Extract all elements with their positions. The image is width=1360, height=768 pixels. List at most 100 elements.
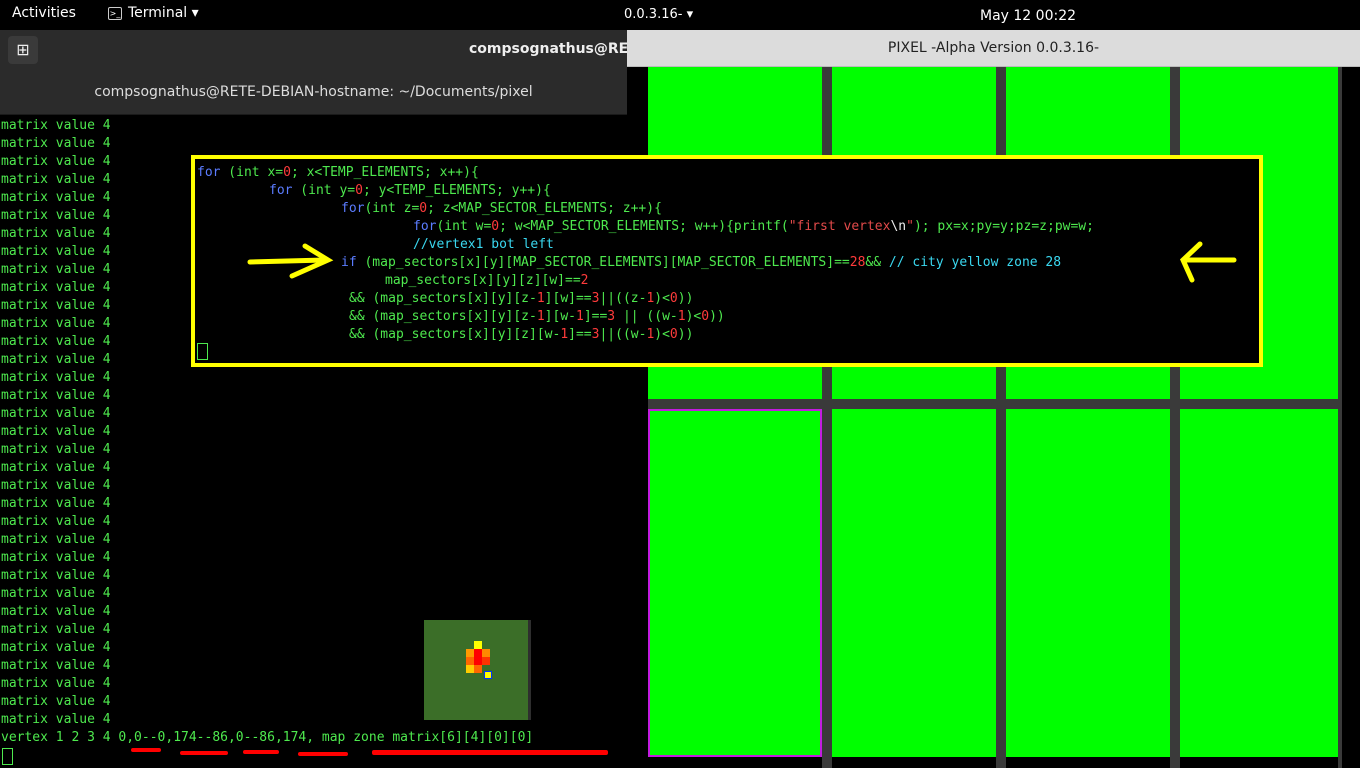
code-text: || ((w- (615, 309, 678, 324)
code-string: "first vertex (788, 219, 891, 234)
code-text: ]== (568, 327, 592, 342)
code-number: 1 (536, 309, 545, 324)
code-line: for (int x=0; x<TEMP_ELEMENTS; x++){ (197, 164, 479, 182)
code-text: && (map_sectors[x][y][z- (349, 291, 537, 306)
code-keyword: for (341, 201, 365, 216)
app-menu-terminal[interactable]: >_ Terminal ▾ (108, 5, 199, 21)
terminal-output-line: matrix value 4 (1, 244, 111, 259)
terminal-window: ⊞ compsognathus@RETE- compsognathus@RETE… (0, 30, 653, 768)
top-bar: Activities >_ Terminal ▾ 0.0.3.16- ▾ May … (0, 0, 1360, 30)
terminal-output-line: matrix value 4 (1, 388, 111, 403)
terminal-output-line: matrix value 4 (1, 226, 111, 241)
code-line: && (map_sectors[x][y][z][w-1]==3||((w-1)… (349, 326, 693, 344)
terminal-output-line: matrix value 4 (1, 478, 111, 493)
code-number: 28 (849, 255, 866, 270)
code-text: )< (685, 309, 702, 324)
code-snippet-highlight: for (int x=0; x<TEMP_ELEMENTS; x++){ for… (191, 155, 1263, 367)
minimap-pixel (474, 649, 482, 657)
code-text: && (map_sectors[x][y][z- (349, 309, 537, 324)
terminal-output-line: matrix value 4 (1, 262, 111, 277)
terminal-output-line: matrix value 4 (1, 604, 111, 619)
code-text: )< (654, 291, 670, 306)
terminal-output-line: matrix value 4 (1, 190, 111, 205)
minimap-pixel (482, 657, 490, 665)
code-text: )) (677, 291, 694, 306)
code-text: )< (654, 327, 670, 342)
terminal-output-line: matrix value 4 (1, 694, 111, 709)
terminal-output-line: matrix value 4 (1, 568, 111, 583)
code-text: (int x= (220, 165, 284, 180)
code-line: && (map_sectors[x][y][z-1][w-1]==3 || ((… (349, 308, 725, 326)
code-number: 0 (355, 183, 363, 198)
terminal-output-line: matrix value 4 (1, 460, 111, 475)
activities-button[interactable]: Activities (12, 5, 76, 21)
terminal-output-line: matrix value 4 (1, 352, 111, 367)
code-text: ][w- (544, 309, 576, 324)
minimap-player-marker (484, 671, 492, 679)
code-number: 1 (536, 291, 545, 306)
status-prefix: vertex 1 2 3 4 (1, 730, 119, 745)
terminal-window-title: compsognathus@RETE- (469, 41, 654, 57)
code-text: (int y= (292, 183, 356, 198)
red-underline-mark (298, 752, 348, 756)
map-cell[interactable] (1180, 409, 1338, 757)
terminal-output-line: matrix value 4 (1, 424, 111, 439)
map-cell[interactable] (1006, 409, 1170, 757)
status-zone: map zone matrix[6][4][0][0] (321, 730, 534, 745)
code-number: 3 (607, 309, 616, 324)
terminal-output-line: matrix value 4 (1, 532, 111, 547)
code-number: 2 (580, 273, 589, 288)
code-text: ; x<TEMP_ELEMENTS; x++){ (290, 165, 479, 180)
terminal-output-line: matrix value 4 (1, 172, 111, 187)
pixel-window: PIXEL -Alpha Version 0.0.3.16- (627, 30, 1360, 768)
code-text: ||((z- (599, 291, 647, 306)
code-keyword: for (413, 219, 437, 234)
code-number: 0 (669, 291, 678, 306)
clock[interactable]: May 12 00:22 (980, 8, 1076, 24)
code-text: ][w]== (544, 291, 592, 306)
code-text: ||((w- (599, 327, 647, 342)
new-tab-button[interactable]: ⊞ (8, 36, 38, 64)
code-text: ]== (583, 309, 608, 324)
code-number: 1 (575, 309, 584, 324)
minimap-pixel (466, 657, 474, 665)
map-cell-selected[interactable] (648, 409, 822, 757)
code-number: 0 (419, 201, 428, 216)
red-underline-mark (180, 751, 228, 755)
minimap-pixel (474, 665, 482, 673)
code-escape: \n (890, 219, 907, 234)
terminal-output-line: matrix value 4 (1, 280, 111, 295)
minimap-pixel (482, 649, 490, 657)
code-number: 1 (677, 309, 686, 324)
code-comment: //vertex1 bot left (413, 237, 554, 252)
minimap[interactable] (424, 620, 531, 720)
code-text: map_sectors[x][y][z][w]== (385, 273, 581, 288)
terminal-output-line: matrix value 4 (1, 208, 111, 223)
terminal-output-line: matrix value 4 (1, 676, 111, 691)
code-number: 0 (283, 165, 291, 180)
terminal-output-line: matrix value 4 (1, 622, 111, 637)
code-text: ; y<TEMP_ELEMENTS; y++){ (362, 183, 551, 198)
terminal-tab-title[interactable]: compsognathus@RETE-DEBIAN-hostname: ~/Do… (0, 84, 627, 100)
minimap-pixel (466, 649, 474, 657)
code-line: for(int z=0; z<MAP_SECTOR_ELEMENTS; z++)… (341, 200, 662, 218)
terminal-output-line: matrix value 4 (1, 514, 111, 529)
code-line: && (map_sectors[x][y][z-1][w]==3||((z-1)… (349, 290, 693, 308)
app-menu-label: Terminal (128, 5, 188, 21)
terminal-output-line: matrix value 4 (1, 406, 111, 421)
minimap-pixel (474, 657, 482, 665)
terminal-output-line: matrix value 4 (1, 442, 111, 457)
terminal-output-line: matrix value 4 (1, 550, 111, 565)
code-number: 0 (491, 219, 500, 234)
prompt-cursor (2, 748, 13, 765)
code-string: " (906, 219, 914, 234)
second-app-menu[interactable]: 0.0.3.16- ▾ (624, 7, 693, 22)
terminal-output-line: matrix value 4 (1, 586, 111, 601)
code-number: 1 (560, 327, 569, 342)
text-cursor (197, 343, 208, 360)
minimap-pixel (466, 665, 474, 673)
minimap-pixel (474, 641, 482, 649)
map-cell[interactable] (832, 409, 996, 757)
pixel-titlebar: PIXEL -Alpha Version 0.0.3.16- (627, 30, 1360, 67)
code-number: 0 (701, 309, 710, 324)
